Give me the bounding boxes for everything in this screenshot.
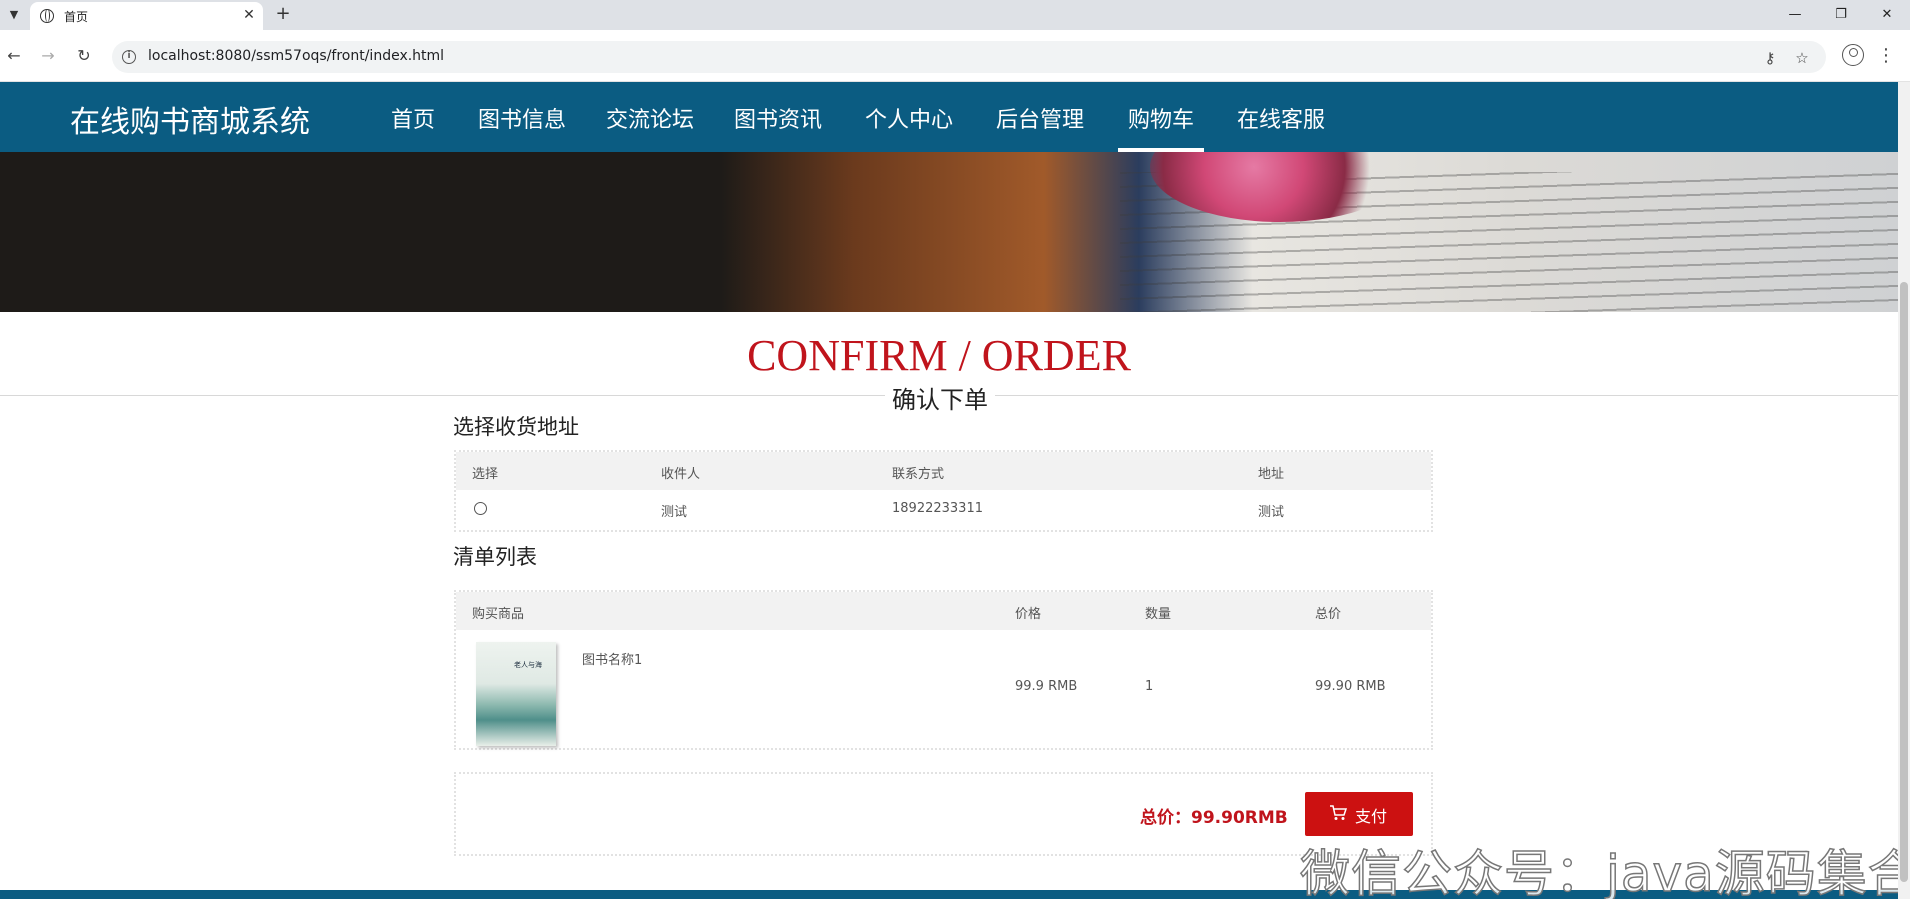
new-tab-button[interactable]: + bbox=[272, 3, 294, 25]
order-table: 购买商品 价格 数量 总价 老人与海 图书名称1 99.9 RMB 1 99.9… bbox=[454, 590, 1433, 750]
back-arrow-icon[interactable]: ← bbox=[2, 44, 26, 68]
nav-home[interactable]: 首页 bbox=[391, 102, 435, 152]
nav-online-service[interactable]: 在线客服 bbox=[1237, 102, 1325, 152]
phone-cell: 18922233311 bbox=[892, 501, 983, 516]
col-recipient: 收件人 bbox=[661, 467, 701, 482]
col-product: 购买商品 bbox=[472, 607, 525, 622]
close-window-button[interactable]: ✕ bbox=[1864, 0, 1910, 30]
browser-tab-bar: ▼ 首页 ✕ + — ❐ ✕ bbox=[0, 0, 1910, 30]
page-scrollbar[interactable] bbox=[1898, 82, 1910, 899]
col-address: 地址 bbox=[1258, 467, 1285, 482]
book-cover-image[interactable]: 老人与海 bbox=[476, 642, 556, 746]
reload-icon[interactable]: ↻ bbox=[72, 44, 96, 68]
forward-arrow-icon[interactable]: → bbox=[36, 44, 60, 68]
total-price: 总价：99.90RMB bbox=[1140, 808, 1288, 828]
close-tab-icon[interactable]: ✕ bbox=[240, 6, 258, 24]
address-bar[interactable]: i localhost:8080/ssm57oqs/front/index.ht… bbox=[112, 41, 1826, 73]
order-summary: 总价：99.90RMB 支付 bbox=[454, 772, 1433, 856]
nav-admin[interactable]: 后台管理 bbox=[996, 102, 1084, 152]
product-name[interactable]: 图书名称1 bbox=[582, 649, 642, 668]
pay-button[interactable]: 支付 bbox=[1305, 792, 1413, 836]
site-navbar: 在线购书商城系统 首页 图书信息 交流论坛 图书资讯 个人中心 后台管理 购物车… bbox=[0, 82, 1898, 152]
nav-personal-center[interactable]: 个人中心 bbox=[865, 102, 953, 152]
pay-label: 支付 bbox=[1355, 807, 1388, 826]
address-cell: 测试 bbox=[1258, 505, 1285, 520]
browser-tab[interactable]: 首页 ✕ bbox=[30, 2, 263, 30]
url-text: localhost:8080/ssm57oqs/front/index.html bbox=[148, 48, 445, 64]
key-icon[interactable]: ⚷ bbox=[1759, 47, 1781, 69]
order-section-title: 清单列表 bbox=[453, 545, 537, 569]
browser-toolbar: ← → ↻ i localhost:8080/ssm57oqs/front/in… bbox=[0, 30, 1910, 82]
address-table: 选择 收件人 联系方式 地址 测试 18922233311 测试 bbox=[454, 450, 1433, 532]
minimize-button[interactable]: — bbox=[1772, 0, 1818, 30]
site-info-icon[interactable]: i bbox=[122, 50, 136, 64]
nav-book-info[interactable]: 图书信息 bbox=[478, 102, 566, 152]
col-select: 选择 bbox=[472, 467, 499, 482]
nav-cart[interactable]: 购物车 bbox=[1117, 102, 1205, 152]
col-phone: 联系方式 bbox=[892, 467, 945, 482]
book-cover-title: 老人与海 bbox=[514, 661, 542, 669]
page-heading-cn: 确认下单 bbox=[885, 380, 995, 415]
star-icon[interactable]: ☆ bbox=[1791, 47, 1813, 69]
watermark-text: 微信公众号：java源码集合 bbox=[1299, 844, 1898, 899]
quantity-cell: 1 bbox=[1145, 679, 1154, 694]
cart-icon bbox=[1330, 805, 1347, 820]
table-row[interactable]: 测试 18922233311 测试 bbox=[456, 490, 1431, 530]
tab-title: 首页 bbox=[64, 10, 89, 24]
page-viewport: 在线购书商城系统 首页 图书信息 交流论坛 图书资讯 个人中心 后台管理 购物车… bbox=[0, 82, 1898, 899]
table-row: 老人与海 图书名称1 99.9 RMB 1 99.90 RMB bbox=[456, 630, 1431, 748]
page-heading-en: CONFIRM / ORDER bbox=[747, 331, 1131, 380]
banner-image bbox=[0, 152, 1898, 312]
address-section-title: 选择收货地址 bbox=[453, 415, 579, 439]
nav-forum[interactable]: 交流论坛 bbox=[606, 102, 694, 152]
scrollbar-thumb[interactable] bbox=[1900, 282, 1908, 882]
restore-button[interactable]: ❐ bbox=[1818, 0, 1864, 30]
nav-book-news[interactable]: 图书资讯 bbox=[734, 102, 822, 152]
address-table-header: 选择 收件人 联系方式 地址 bbox=[456, 452, 1431, 490]
address-radio[interactable] bbox=[474, 502, 487, 515]
recipient-cell: 测试 bbox=[661, 505, 688, 520]
site-title: 在线购书商城系统 bbox=[70, 105, 310, 140]
globe-icon bbox=[40, 9, 54, 23]
price-cell: 99.9 RMB bbox=[1015, 679, 1078, 694]
tab-search-button[interactable]: ▼ bbox=[4, 4, 24, 26]
profile-icon[interactable] bbox=[1842, 44, 1864, 66]
more-menu-icon[interactable]: ⋮ bbox=[1876, 44, 1896, 68]
col-price: 价格 bbox=[1015, 607, 1042, 622]
total-cell: 99.90 RMB bbox=[1315, 679, 1386, 694]
col-total: 总价 bbox=[1315, 607, 1342, 622]
order-table-header: 购买商品 价格 数量 总价 bbox=[456, 592, 1431, 630]
col-quantity: 数量 bbox=[1145, 607, 1172, 622]
